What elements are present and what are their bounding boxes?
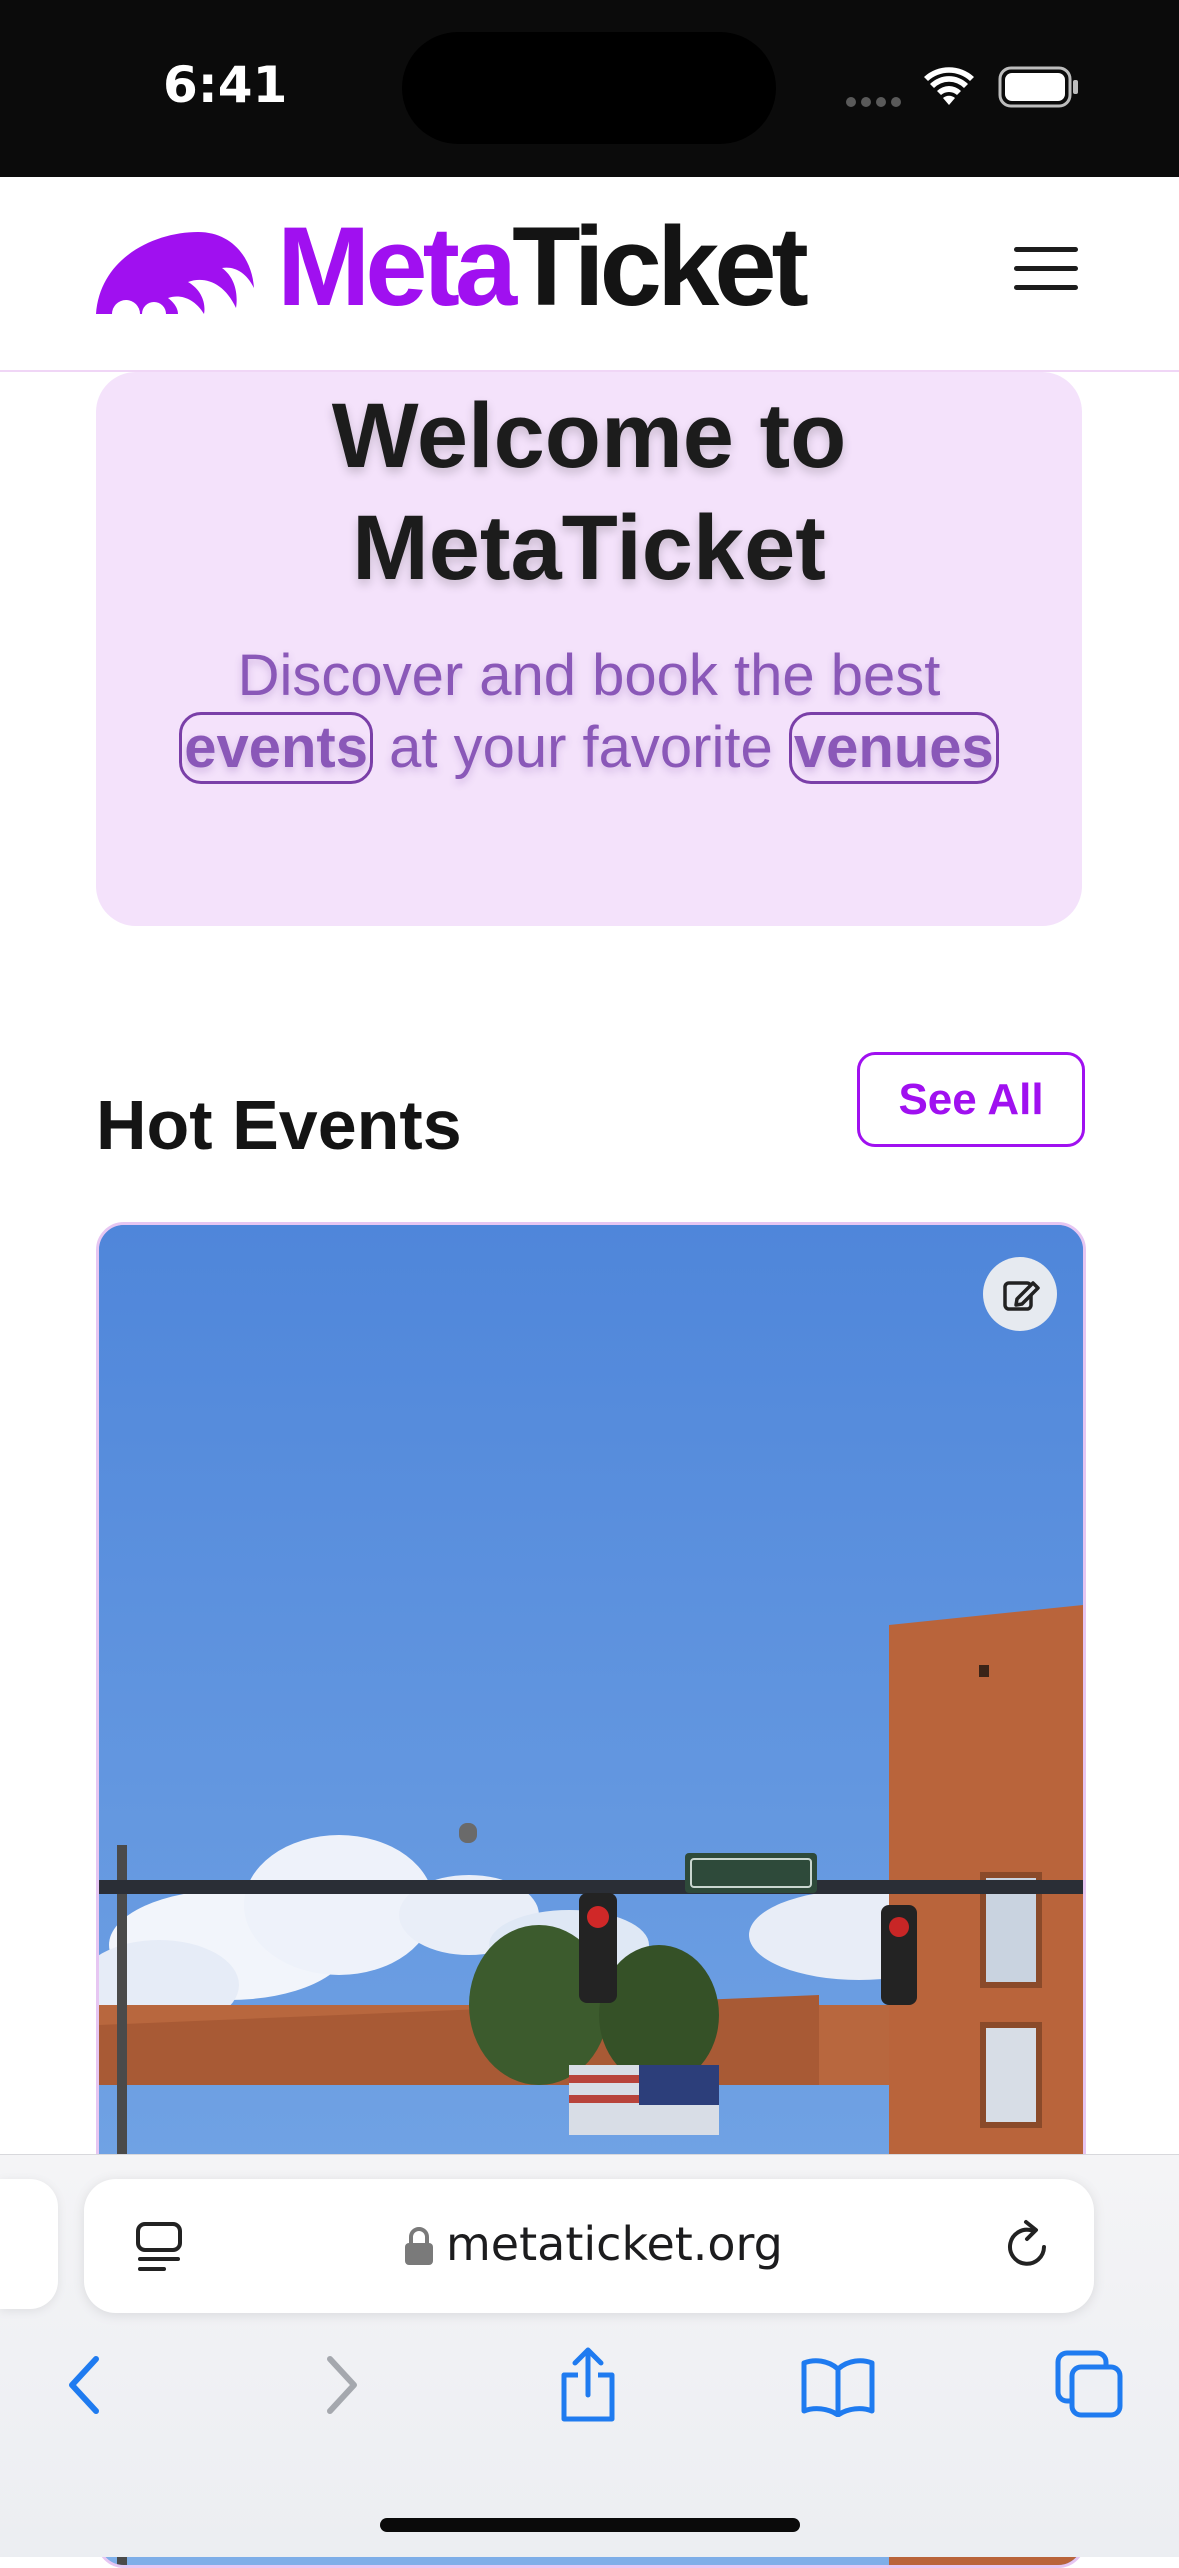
- events-link[interactable]: events: [179, 712, 373, 784]
- back-icon[interactable]: [64, 2353, 104, 2417]
- dynamic-island: [402, 32, 776, 144]
- subtitle-text-2: at your favorite: [389, 715, 773, 780]
- forward-icon[interactable]: [322, 2353, 362, 2417]
- address-bar[interactable]: metaticket.org: [84, 2179, 1094, 2313]
- reload-icon[interactable]: [1002, 2219, 1054, 2273]
- welcome-title: Welcome to MetaTicket: [331, 385, 847, 599]
- welcome-subtitle: Discover and book the best events at you…: [156, 640, 1022, 784]
- wifi-icon: [924, 67, 974, 105]
- signal-icon: [846, 94, 906, 112]
- reader-icon[interactable]: [134, 2221, 184, 2273]
- tabs-icon[interactable]: [1054, 2349, 1126, 2421]
- status-time: 6:41: [163, 56, 288, 114]
- share-icon[interactable]: [556, 2347, 620, 2423]
- url-text[interactable]: metaticket.org: [446, 2217, 783, 2271]
- hot-events-title: Hot Events: [96, 1086, 462, 1164]
- lock-icon: [405, 2227, 433, 2265]
- battery-icon: [998, 66, 1078, 108]
- home-indicator: [380, 2518, 800, 2532]
- edit-icon[interactable]: [983, 1257, 1057, 1331]
- logo-icon[interactable]: [96, 232, 254, 314]
- logo-ticket-text: Ticket: [512, 204, 809, 329]
- menu-icon[interactable]: [1014, 247, 1078, 299]
- venues-link[interactable]: venues: [788, 712, 999, 784]
- browser-toolbar: metaticket.org: [0, 2154, 1179, 2557]
- status-bar: 6:41: [0, 0, 1179, 177]
- bookmarks-icon[interactable]: [800, 2355, 876, 2417]
- see-all-button[interactable]: See All: [857, 1052, 1085, 1147]
- subtitle-text-1: Discover and book the best: [237, 643, 941, 708]
- logo-wordmark[interactable]: MetaTicket: [277, 211, 809, 323]
- previous-tab-peek[interactable]: [0, 2179, 58, 2309]
- site-header: MetaTicket: [0, 177, 1179, 372]
- welcome-card: Welcome to MetaTicket Discover and book …: [96, 372, 1082, 926]
- logo-meta-text: Meta: [277, 204, 517, 329]
